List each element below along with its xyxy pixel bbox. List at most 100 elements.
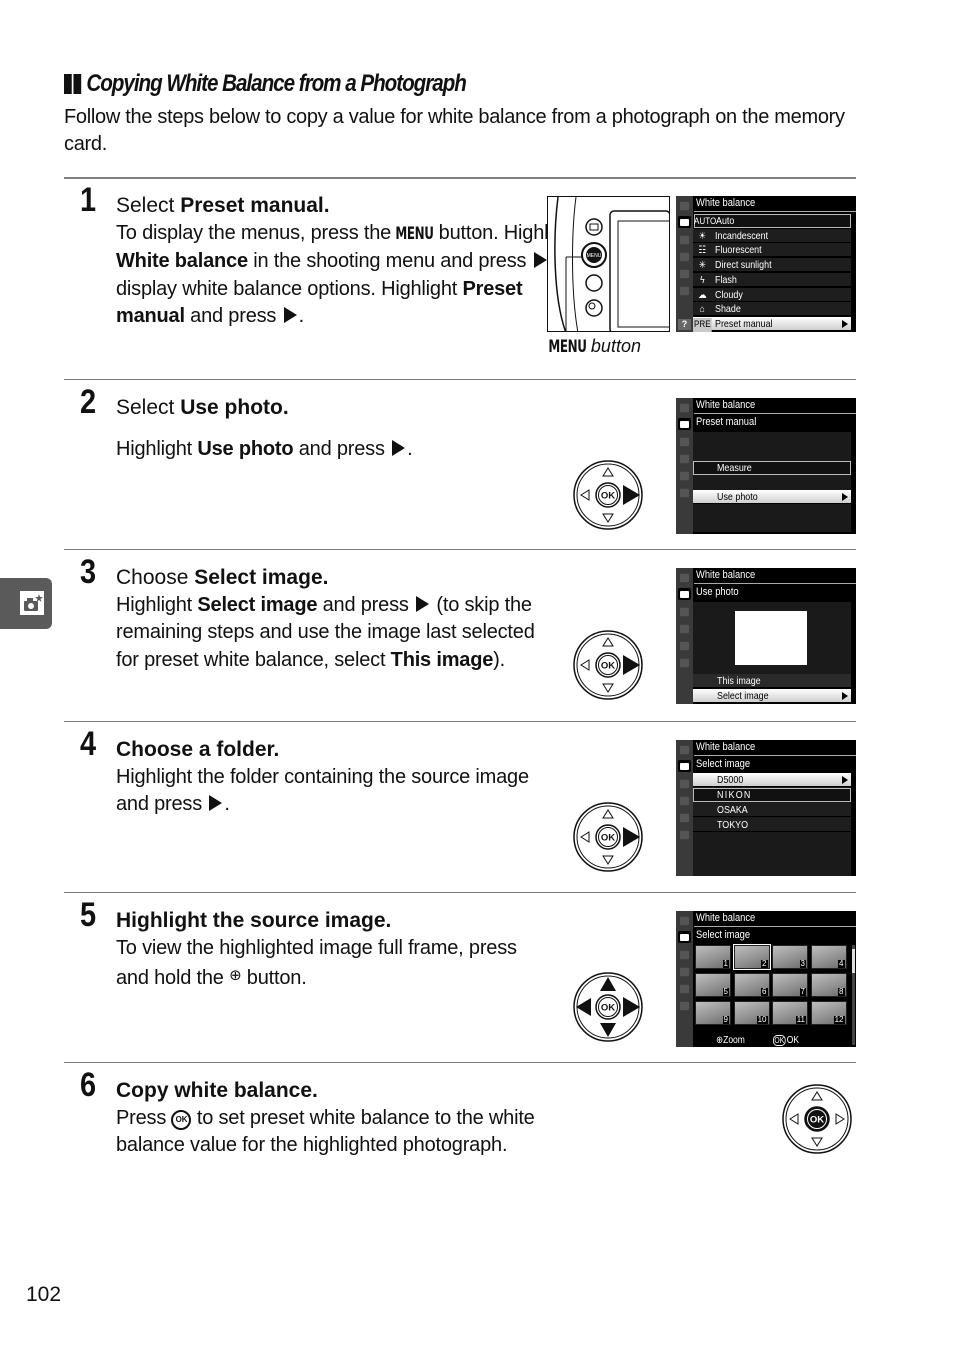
body-bold-term: Select image	[197, 594, 318, 616]
image-thumbnail[interactable]: 12	[810, 1001, 847, 1025]
wb-option[interactable]: ϟ Flash	[693, 272, 851, 287]
step-title-plain: Choose a folder.	[116, 738, 280, 761]
setup-menu-icon	[679, 624, 690, 634]
wb-option[interactable]: ☷ Fluorescent	[693, 243, 851, 258]
ok-hint-label: OK	[786, 1035, 800, 1046]
section-marker-icon	[64, 74, 83, 94]
body-text: button.	[241, 967, 307, 990]
image-thumbnail[interactable]: 11	[772, 1001, 808, 1025]
menu-item-measure[interactable]: Measure	[693, 461, 851, 475]
divider	[64, 1062, 856, 1063]
menu-rail	[676, 568, 693, 704]
folder-item[interactable]: TOKYO	[693, 818, 851, 832]
caption-text: button	[590, 336, 641, 356]
recent-settings-icon	[679, 488, 690, 498]
ok-label: OK	[810, 1115, 824, 1126]
body-text: Highlight	[116, 438, 198, 460]
step-title-bold: Select image.	[194, 566, 329, 589]
wb-option[interactable]: ✳ Direct sunlight	[693, 258, 851, 273]
body-text: Highlight	[116, 594, 198, 616]
body-bold-term: Use photo	[197, 438, 294, 460]
custom-settings-icon	[679, 235, 690, 245]
image-thumbnail[interactable]: 9	[695, 1001, 731, 1025]
step-title: Choose a folder.	[116, 736, 279, 764]
header-rule	[694, 926, 856, 927]
thumbnail-number: 5	[722, 987, 729, 996]
folder-label: D5000	[717, 774, 744, 786]
scrollbar[interactable]	[852, 945, 855, 1045]
shooting-menu-icon	[678, 588, 691, 600]
thumbnail-number: 2	[761, 959, 768, 968]
image-thumbnail[interactable]: 1	[695, 945, 731, 969]
screen-footer: ⊕Zoom OK OK	[716, 1035, 825, 1046]
folder-item[interactable]: OSAKA	[693, 803, 851, 817]
wb-option-label: Direct sunlight	[715, 259, 772, 272]
ok-label: OK	[601, 1003, 615, 1014]
divider	[64, 721, 856, 722]
menu-rail	[676, 740, 693, 876]
thumbnail-number: 1	[722, 959, 729, 968]
thumbnail-number: 7	[799, 987, 806, 996]
camera-star-icon	[20, 591, 44, 615]
wb-option-icon: AUTO	[694, 216, 717, 227]
screen-header: White balance	[696, 569, 756, 581]
menu-item-use-photo[interactable]: Use photo	[693, 490, 851, 504]
right-arrow-icon	[392, 440, 406, 456]
section-intro: Follow the steps below to copy a value f…	[64, 106, 845, 155]
image-thumbnail[interactable]: 8	[810, 973, 847, 997]
section-title: Copying White Balance from a Photograph	[64, 70, 467, 98]
menu-item-this-image[interactable]: This image	[693, 674, 851, 688]
folder-item[interactable]: D5000	[693, 773, 851, 787]
body-text: To display the menus, press the	[116, 222, 397, 244]
thumbnail-number: 3	[799, 959, 806, 968]
wb-option-label: Fluorescent	[715, 244, 762, 257]
arrow-right-icon	[842, 776, 848, 784]
wb-option[interactable]: ☀ Incandescent	[693, 228, 851, 243]
step-title-bold: Preset manual.	[180, 194, 330, 217]
multi-selector-right: OK	[572, 459, 644, 531]
wb-option[interactable]: PRE Preset manual	[693, 316, 851, 332]
image-thumbnail[interactable]: 3	[772, 945, 808, 969]
multi-selector-right: OK	[572, 801, 644, 873]
menu-button-caption: MENU button	[547, 336, 641, 357]
image-thumbnail[interactable]: 10	[733, 1001, 770, 1025]
screen-header: White balance	[696, 912, 756, 924]
wb-option-icon: ☷	[698, 245, 707, 257]
menu-panel	[693, 432, 851, 532]
body-text: .	[298, 305, 305, 328]
image-thumbnail[interactable]: 2	[732, 944, 771, 970]
wb-option[interactable]: ☁ Cloudy	[693, 287, 851, 302]
playback-menu-icon	[679, 916, 690, 926]
body-text: .	[407, 438, 413, 460]
thumbnail-number: 12	[833, 1015, 845, 1024]
custom-settings-icon	[679, 607, 690, 617]
step-title-bold: Use photo.	[180, 396, 289, 419]
menu-item-label: Use photo	[717, 491, 758, 503]
divider	[64, 177, 856, 179]
body-text: and press	[293, 438, 391, 460]
menu-item-select-image[interactable]: Select image	[693, 689, 851, 703]
step-title: Highlight the source image.	[116, 907, 391, 935]
camera-screen-use-photo: White balance Use photo This image Selec…	[676, 568, 856, 704]
wb-option-label: Shade	[715, 303, 741, 316]
wb-option[interactable]: ⌂ Shade	[693, 302, 851, 317]
camera-body-icon: MENU	[554, 197, 669, 331]
image-thumbnail[interactable]: 5	[695, 973, 731, 997]
image-thumbnail[interactable]: 4	[810, 945, 847, 969]
camera-screen-preset-manual: White balance Preset manual Measure Use …	[676, 398, 856, 534]
folder-label: NIKON	[717, 789, 752, 801]
folder-item[interactable]: NIKON	[693, 788, 851, 802]
step-title: Select Use photo.	[116, 394, 289, 422]
image-thumbnail[interactable]: 7	[772, 973, 808, 997]
shooting-menu-icon	[678, 760, 691, 772]
arrow-right-icon	[842, 493, 848, 501]
shooting-section-tab[interactable]	[0, 578, 52, 629]
wb-option[interactable]: AUTO Auto	[694, 214, 851, 228]
right-arrow-icon	[416, 596, 430, 612]
multi-selector-right: OK	[572, 629, 644, 701]
ok-label: OK	[601, 833, 615, 844]
camera-screen-select-image: White balance Select image 1 2 3 4 5 6 7 8 9 10 11…	[676, 911, 856, 1047]
thumbnail-number: 8	[838, 987, 845, 996]
image-thumbnail[interactable]: 6	[733, 973, 770, 997]
step-number: 6	[80, 1066, 97, 1104]
